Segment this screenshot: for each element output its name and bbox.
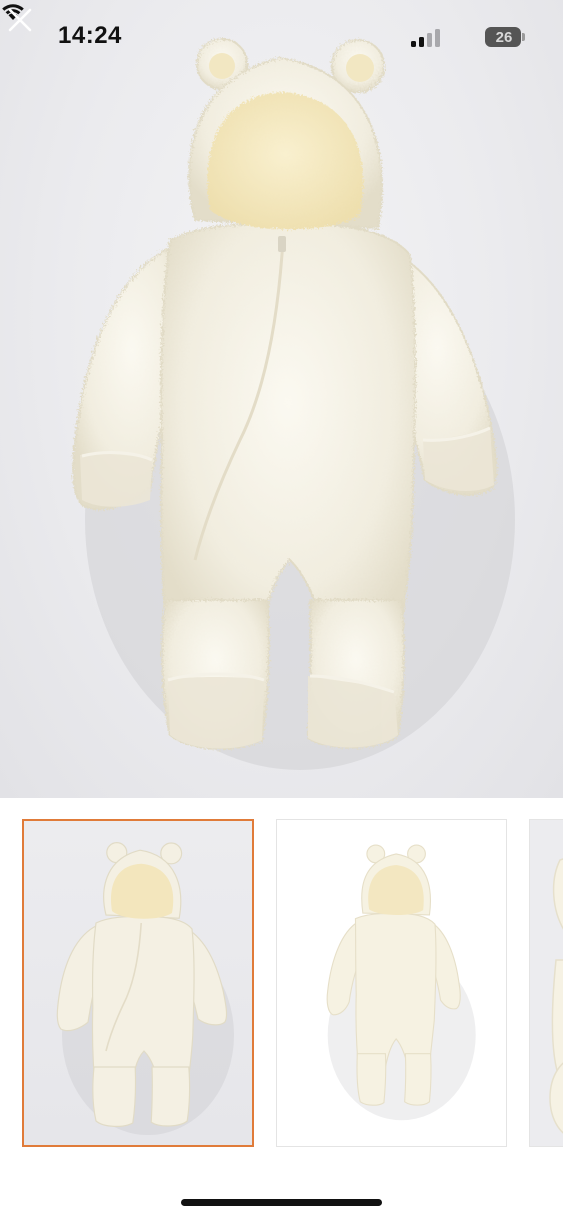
snowsuit-photo (72, 38, 515, 770)
thumbnail-strip[interactable] (0, 798, 563, 1168)
battery-level: 26 (495, 28, 513, 46)
status-bar: 14:24 26 (0, 0, 563, 76)
battery-nub (522, 33, 525, 41)
close-icon[interactable] (0, 0, 40, 40)
cellular-signal-icon (411, 29, 441, 47)
thumbnail-2[interactable] (276, 819, 507, 1147)
thumbnail-1[interactable] (22, 819, 254, 1147)
thumbnail-1-image (56, 842, 234, 1135)
main-product-image[interactable]: 14:24 26 (0, 0, 563, 798)
thumbnail-3[interactable] (529, 819, 563, 1147)
home-indicator[interactable] (181, 1199, 382, 1206)
thumbnail-2-image (326, 844, 476, 1121)
status-time: 14:24 (58, 22, 122, 49)
thumbnail-3-image (530, 820, 563, 1146)
battery-icon: 26 (485, 27, 521, 47)
